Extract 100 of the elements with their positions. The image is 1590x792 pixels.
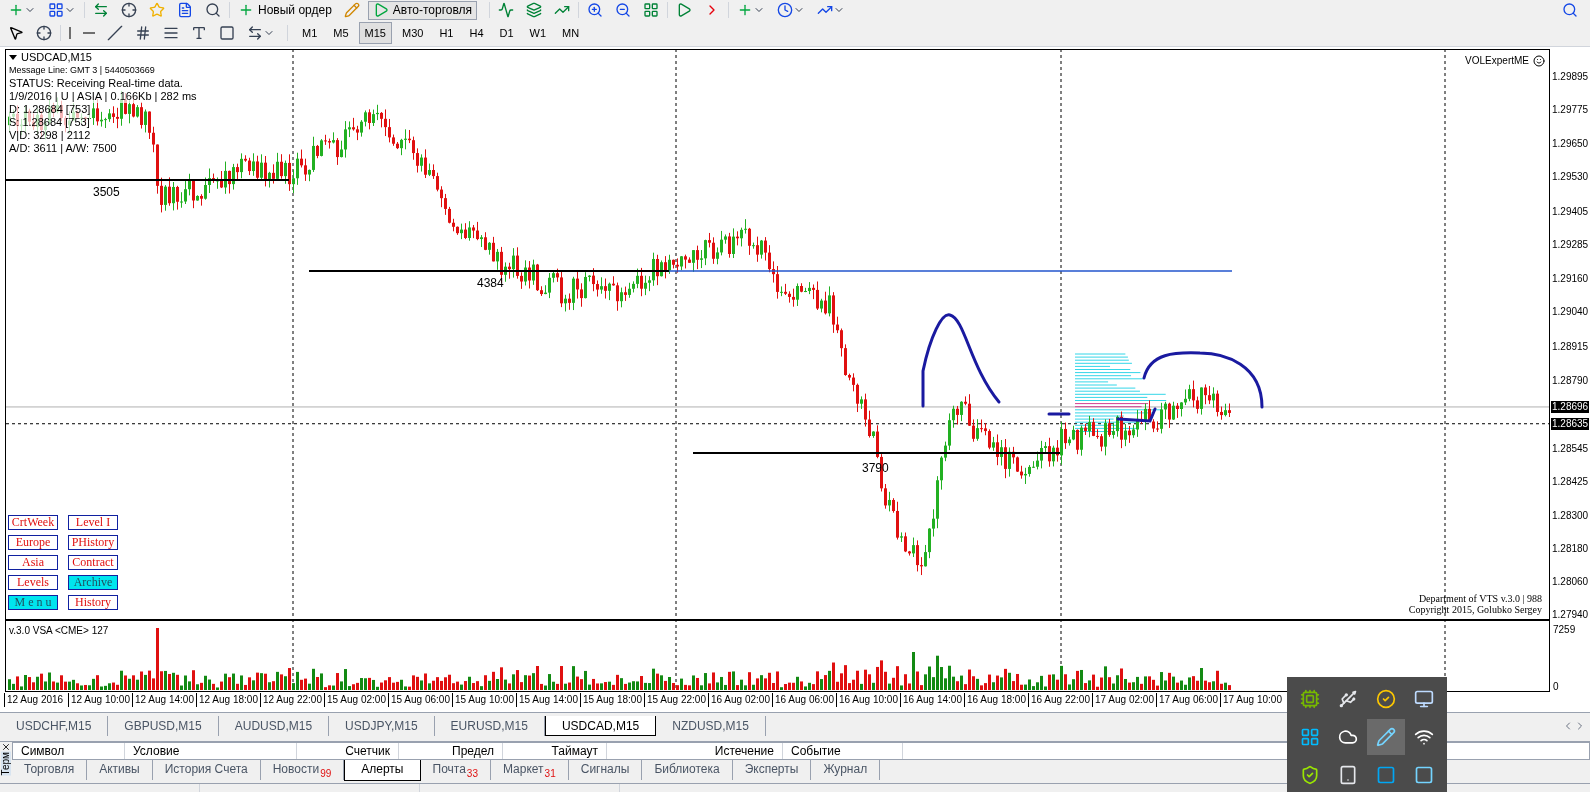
timeframe-button[interactable]: D1 (493, 22, 520, 44)
column-header[interactable]: Предел (399, 743, 503, 759)
terminal-tab[interactable]: История Счета (152, 760, 261, 780)
volume-scale-label: 0 (1553, 680, 1559, 694)
plus-icon (238, 2, 254, 18)
panel-button[interactable]: Europe (8, 535, 58, 550)
time-label: 15 Aug 18:00 (580, 693, 644, 707)
pencil-icon (343, 2, 360, 18)
close-icon[interactable] (1, 742, 11, 752)
chip-icon (1300, 689, 1320, 709)
price-label: 1.28545 (1552, 442, 1589, 455)
arrows-icon (93, 2, 109, 18)
timeframe-button[interactable]: H4 (463, 22, 490, 44)
column-header[interactable]: Условие (125, 743, 297, 759)
time-label: 16 Aug 02:00 (708, 693, 772, 707)
timeframe-button[interactable]: M5 (327, 22, 355, 44)
symbol-tab[interactable]: EURUSD,M15 (434, 716, 545, 736)
panel-button[interactable]: CrtWeek (8, 515, 58, 530)
panel-button[interactable]: History (68, 595, 118, 610)
time-label: 15 Aug 06:00 (388, 693, 452, 707)
crosshair-icon (36, 25, 52, 41)
terminal-label: Терм (1, 752, 11, 776)
hand-drawn-stroke (1047, 412, 1071, 416)
time-label: 15 Aug 10:00 (452, 693, 516, 707)
credit-text: Copyright 2015, Golubko Sergey (1408, 604, 1542, 615)
document-icon (177, 2, 193, 18)
timeframe-button[interactable]: M30 (395, 22, 430, 44)
price-label: 1.28300 (1552, 509, 1589, 522)
price-label: 1.28915 (1552, 340, 1589, 353)
level-label: 3505 (93, 184, 120, 201)
column-header[interactable]: Счетчик (297, 743, 399, 759)
terminal-tab[interactable]: Эксперты (732, 760, 812, 780)
shield-check-icon (1300, 765, 1320, 785)
panel-button[interactable]: Asia (8, 555, 58, 570)
indicator-title: v.3.0 VSA <CME> 127 (9, 624, 109, 638)
column-header[interactable]: Символ (13, 743, 125, 759)
terminal-tab[interactable]: Журнал (811, 760, 881, 780)
time-label: 12 Aug 22:00 (260, 693, 324, 707)
auto-trading-button[interactable]: Авто-торговля (367, 0, 478, 20)
symbol-tab[interactable]: USDCHF,M15 (0, 716, 109, 736)
column-header[interactable]: Таймаут (503, 743, 607, 759)
time-label: 17 Aug 06:00 (1156, 693, 1220, 707)
search-icon[interactable] (1562, 2, 1578, 18)
terminal-tab[interactable]: Торговля (12, 760, 88, 780)
tiles-icon (643, 2, 660, 18)
panel-button[interactable]: Contract (68, 555, 118, 570)
timeframe-button[interactable]: MN (556, 22, 586, 44)
wifi-icon (1414, 727, 1434, 747)
diagonal-line-icon (107, 25, 123, 41)
play-icon (676, 2, 693, 18)
panel-button[interactable]: PHistory (68, 535, 118, 550)
symbol-tab[interactable]: USDCAD,M15 (544, 716, 657, 736)
chart-symbol: USDCAD,M15 (21, 51, 92, 64)
symbol-tab[interactable]: AUDUSD,M15 (218, 716, 330, 736)
symbol-tab[interactable]: GBPUSD,M15 (108, 716, 219, 736)
price-label: 1.29160 (1552, 273, 1589, 286)
time-label: 15 Aug 14:00 (516, 693, 580, 707)
price-label: 1.28180 (1552, 542, 1589, 555)
panel-button[interactable]: Archive (68, 575, 118, 590)
timeframe-button[interactable]: M1 (296, 22, 324, 44)
timeframe-button[interactable]: W1 (523, 22, 553, 44)
expert-name: VOLExpertME (1465, 54, 1529, 68)
time-label: 12 Aug 14:00 (132, 693, 196, 707)
time-label: 16 Aug 22:00 (1028, 693, 1092, 707)
time-label: 16 Aug 06:00 (772, 693, 836, 707)
usb-drive-icon (1338, 689, 1358, 709)
time-label: 16 Aug 14:00 (900, 693, 964, 707)
star-icon (149, 2, 165, 18)
search-icon (205, 2, 221, 18)
price-label: 1.29895 (1552, 71, 1589, 83)
column-header[interactable]: Событие (783, 743, 903, 759)
panel-button[interactable]: Level I (68, 515, 118, 530)
terminal-tab[interactable]: Алерты (344, 760, 421, 781)
panel-button[interactable]: M e n u (8, 595, 58, 610)
caret-icon (9, 54, 17, 61)
terminal-tab[interactable]: Сигналы (568, 760, 643, 780)
time-label: 16 Aug 10:00 (836, 693, 900, 707)
price-label: 1.28060 (1552, 575, 1589, 588)
symbol-tab[interactable]: USDJPY,M15 (329, 716, 435, 736)
monitor-icon (1414, 689, 1434, 709)
price-label: 1.29775 (1552, 104, 1589, 116)
arrows-icon (247, 25, 263, 41)
horizontal-line-icon (83, 32, 95, 34)
time-label: 15 Aug 22:00 (644, 693, 708, 707)
hand-drawn-stroke (1116, 407, 1157, 423)
panel-button[interactable]: Levels (8, 575, 58, 590)
time-label: 12 Aug 10:00 (68, 693, 132, 707)
new-order-button[interactable]: Новый ордер (234, 1, 336, 19)
column-header[interactable]: Истечение (607, 743, 783, 759)
terminal-tab[interactable]: Библиотека (642, 760, 733, 780)
count-label: 99 (320, 767, 332, 781)
timeframe-button[interactable]: H1 (433, 22, 460, 44)
tablet-icon (1338, 765, 1358, 785)
price-label: 1.28425 (1552, 475, 1589, 488)
timeframe-button[interactable]: M15 (358, 22, 392, 44)
symbol-tab[interactable]: NZDUSD,M15 (656, 716, 766, 736)
price-label: 1.29650 (1552, 138, 1589, 151)
crosshair-icon (121, 2, 137, 18)
terminal-tab[interactable]: Активы (87, 760, 153, 780)
zoom-in-icon (587, 2, 604, 18)
